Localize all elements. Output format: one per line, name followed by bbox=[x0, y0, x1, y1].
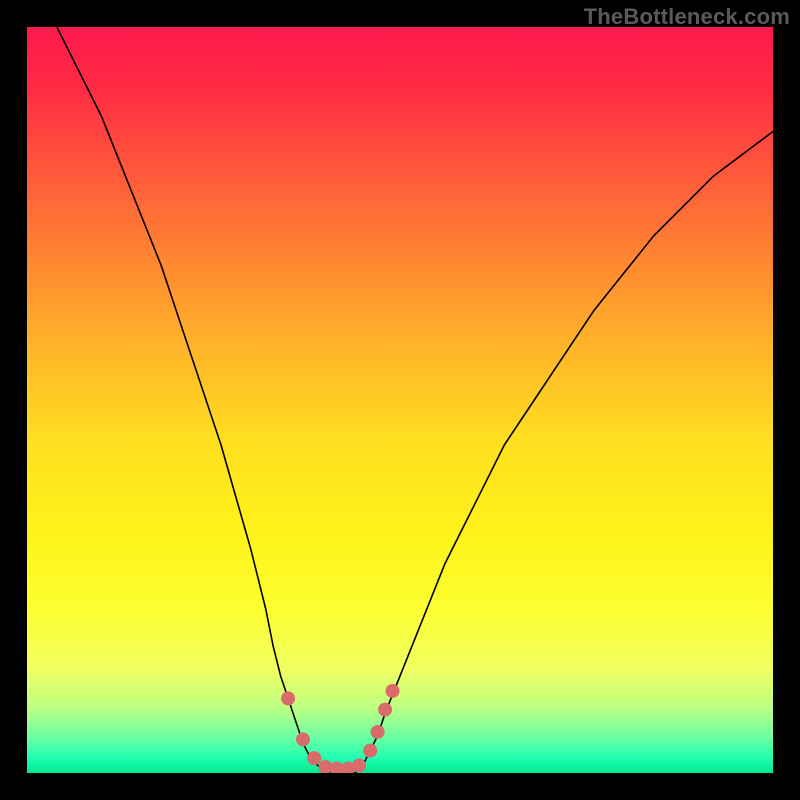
marker-point bbox=[363, 744, 377, 758]
plot-area bbox=[27, 27, 773, 773]
curve-left-branch bbox=[57, 27, 326, 773]
marker-point bbox=[296, 732, 310, 746]
marker-point bbox=[386, 684, 400, 698]
curve-layer bbox=[27, 27, 773, 773]
curve-right-branch bbox=[355, 131, 773, 773]
marker-point bbox=[307, 751, 321, 765]
marker-point bbox=[378, 703, 392, 717]
chart-frame: TheBottleneck.com bbox=[0, 0, 800, 800]
marker-point bbox=[281, 691, 295, 705]
watermark-text: TheBottleneck.com bbox=[584, 4, 790, 30]
marker-point bbox=[352, 759, 366, 773]
marker-point bbox=[371, 725, 385, 739]
